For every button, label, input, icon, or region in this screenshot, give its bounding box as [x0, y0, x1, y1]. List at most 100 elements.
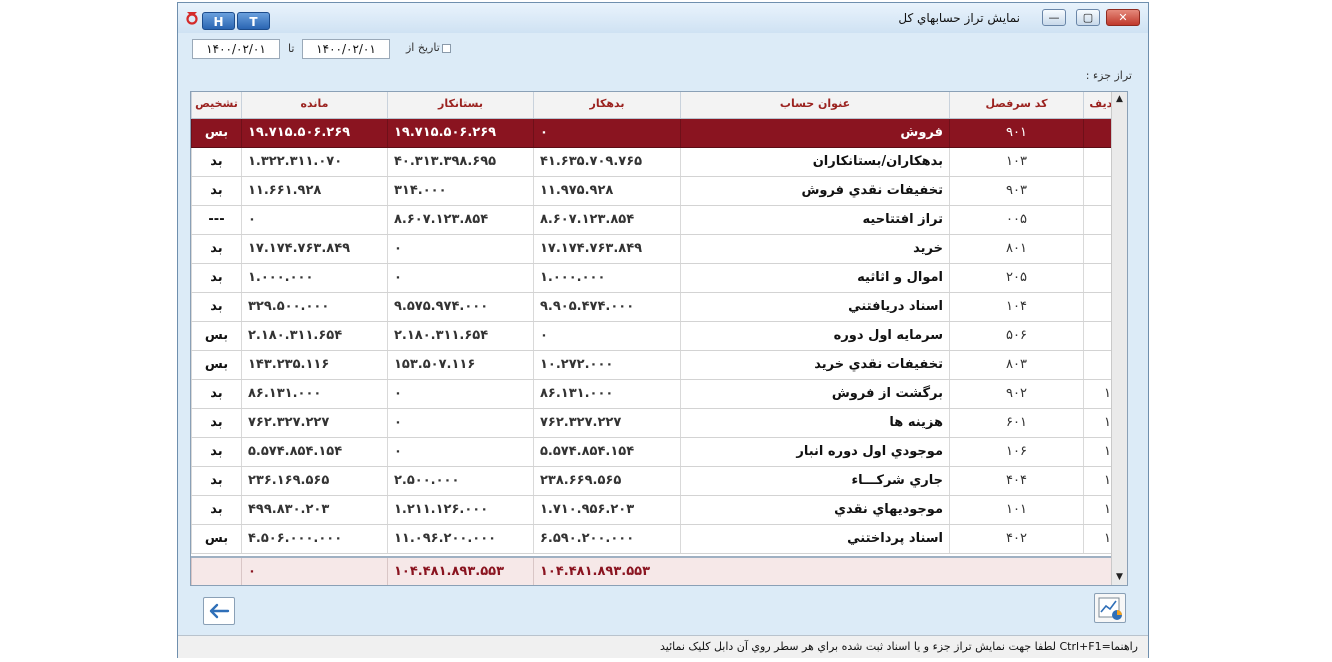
cell-balance: ۱.۰۰۰.۰۰۰: [241, 264, 387, 292]
cell-code: ۱۰۴: [949, 293, 1083, 321]
date-filter-checkbox[interactable]: [442, 44, 451, 53]
table-row[interactable]: بد ۱.۳۲۲.۳۱۱.۰۷۰ ۴۰.۳۱۳.۳۹۸.۶۹۵ ۴۱.۶۳۵.۷۰۹.…: [191, 148, 1124, 177]
cell-code: ۸۰۳: [949, 351, 1083, 379]
cell-debit: ۸.۶۰۷.۱۲۳.۸۵۴: [533, 206, 680, 234]
date-to-field[interactable]: ۱۴۰۰/۰۲/۰۱: [192, 39, 280, 59]
cell-credit: ۴۰.۳۱۳.۳۹۸.۶۹۵: [387, 148, 533, 176]
cell-debit: ۱.۷۱۰.۹۵۶.۲۰۳: [533, 496, 680, 524]
scroll-up-icon[interactable]: ▲: [1112, 92, 1127, 107]
cell-balance: ۴.۵۰۶.۰۰۰.۰۰۰: [241, 525, 387, 553]
cell-title: خريد: [680, 235, 949, 263]
table-row[interactable]: بد ۵.۵۷۴.۸۵۴.۱۵۴ ۰ ۵.۵۷۴.۸۵۴.۱۵۴ موجودي اول …: [191, 438, 1124, 467]
cell-balance: ۲.۱۸۰.۳۱۱.۶۵۴: [241, 322, 387, 350]
cell-credit: ۱.۲۱۱.۱۲۶.۰۰۰: [387, 496, 533, 524]
col-credit-header[interactable]: بستانکار: [387, 92, 533, 118]
col-code-header[interactable]: کد سرفصل: [949, 92, 1083, 118]
cell-credit: ۲.۱۸۰.۳۱۱.۶۵۴: [387, 322, 533, 350]
cell-title: تخفيفات نقدي فروش: [680, 177, 949, 205]
title-bar: H T نمايش تراز حسابهاي کل — ▢ ✕: [178, 3, 1148, 33]
cell-debit: ۰: [533, 322, 680, 350]
close-button[interactable]: ✕: [1106, 9, 1140, 26]
total-debit: ۱۰۴.۴۸۱.۸۹۳.۵۵۳: [533, 558, 680, 585]
cell-title: بدهکاران/بستانکاران: [680, 148, 949, 176]
cell-balance: ۷۶۲.۳۲۷.۲۲۷: [241, 409, 387, 437]
maximize-icon: ▢: [1082, 11, 1094, 24]
cell-code: ۲۰۵: [949, 264, 1083, 292]
cell-debit: ۶.۵۹۰.۲۰۰.۰۰۰: [533, 525, 680, 553]
minimize-button[interactable]: —: [1042, 9, 1066, 26]
cell-debit: ۲۳۸.۶۶۹.۵۶۵: [533, 467, 680, 495]
cell-credit: ۸.۶۰۷.۱۲۳.۸۵۴: [387, 206, 533, 234]
cell-flag: بد: [191, 293, 241, 321]
cell-code: ۱۰۱: [949, 496, 1083, 524]
table-row[interactable]: بد ۱۱.۶۶۱.۹۲۸ ۳۱۴.۰۰۰ ۱۱.۹۷۵.۹۲۸ تخفيفات نقد…: [191, 177, 1124, 206]
t-button[interactable]: T: [237, 12, 270, 30]
grid-scrollbar[interactable]: ▲ ▼: [1111, 92, 1127, 585]
col-balance-header[interactable]: مانده: [241, 92, 387, 118]
date-from-label: تاريخ از: [406, 41, 440, 54]
cell-credit: ۲.۵۰۰.۰۰۰: [387, 467, 533, 495]
cell-code: ۰۰۵: [949, 206, 1083, 234]
table-row[interactable]: بد ۲۳۶.۱۶۹.۵۶۵ ۲.۵۰۰.۰۰۰ ۲۳۸.۶۶۹.۵۶۵ جاري شر…: [191, 467, 1124, 496]
table-row[interactable]: بد۷۶۲.۳۲۷.۲۲۷۰۷۶۲.۳۲۷.۲۲۷هزينه ها۶۰۱۱۱: [191, 409, 1124, 438]
cell-code: ۸۰۱: [949, 235, 1083, 263]
table-row[interactable]: بس ۱۴۳.۲۳۵.۱۱۶ ۱۵۳.۵۰۷.۱۱۶ ۱۰.۲۷۲.۰۰۰ تخفيفا…: [191, 351, 1124, 380]
cell-credit: ۰: [387, 409, 533, 437]
cell-credit: ۰: [387, 380, 533, 408]
table-row[interactable]: بد۱۷.۱۷۴.۷۶۳.۸۴۹۰۱۷.۱۷۴.۷۶۳.۸۴۹خريد۸۰۱۵: [191, 235, 1124, 264]
cell-credit: ۰: [387, 264, 533, 292]
cell-balance: ۱۷.۱۷۴.۷۶۳.۸۴۹: [241, 235, 387, 263]
close-icon: ✕: [1118, 11, 1128, 24]
app-logo-icon: [186, 12, 198, 25]
cell-title: تراز افتتاحيه: [680, 206, 949, 234]
col-flag-header[interactable]: تشخيص: [191, 92, 241, 118]
cell-code: ۶۰۱: [949, 409, 1083, 437]
maximize-button[interactable]: ▢: [1076, 9, 1100, 26]
cell-title: هزينه ها: [680, 409, 949, 437]
cell-balance: ۱.۳۲۲.۳۱۱.۰۷۰: [241, 148, 387, 176]
back-button[interactable]: [203, 597, 235, 625]
table-row[interactable]: بس ۴.۵۰۶.۰۰۰.۰۰۰ ۱۱.۰۹۶.۲۰۰.۰۰۰ ۶.۵۹۰.۲۰۰.۰…: [191, 525, 1124, 554]
status-text: راهنما=Ctrl+F1 لطفا جهت نمايش تراز جزء و…: [659, 640, 1138, 653]
cell-flag: بد: [191, 235, 241, 263]
cell-code: ۹۰۲: [949, 380, 1083, 408]
cell-flag: بد: [191, 148, 241, 176]
cell-code: ۹۰۱: [949, 119, 1083, 147]
cell-title: اموال و اثاثيه: [680, 264, 949, 292]
chart-button[interactable]: [1094, 593, 1126, 623]
table-row[interactable]: بد ۴۹۹.۸۳۰.۲۰۳ ۱.۲۱۱.۱۲۶.۰۰۰ ۱.۷۱۰.۹۵۶.۲۰۳ م…: [191, 496, 1124, 525]
scroll-down-icon[interactable]: ▼: [1112, 570, 1127, 585]
table-row[interactable]: بس ۲.۱۸۰.۳۱۱.۶۵۴ ۲.۱۸۰.۳۱۱.۶۵۴ ۰ سرمايه اول …: [191, 322, 1124, 351]
cell-flag: بد: [191, 177, 241, 205]
cell-debit: ۱۷.۱۷۴.۷۶۳.۸۴۹: [533, 235, 680, 263]
totals-flag-cell: [191, 558, 241, 585]
table-row[interactable]: --- ۰ ۸.۶۰۷.۱۲۳.۸۵۴ ۸.۶۰۷.۱۲۳.۸۵۴ تراز افتتا…: [191, 206, 1124, 235]
col-title-header[interactable]: عنوان حساب: [680, 92, 949, 118]
cell-flag: بد: [191, 496, 241, 524]
col-debit-header[interactable]: بدهکار: [533, 92, 680, 118]
date-from-field[interactable]: ۱۴۰۰/۰۲/۰۱: [302, 39, 390, 59]
cell-balance: ۱۹.۷۱۵.۵۰۶.۲۶۹: [241, 119, 387, 147]
cell-flag: بد: [191, 380, 241, 408]
cell-code: ۵۰۶: [949, 322, 1083, 350]
cell-flag: بس: [191, 351, 241, 379]
table-row[interactable]: بس۱۹.۷۱۵.۵۰۶.۲۶۹۱۹.۷۱۵.۵۰۶.۲۶۹۰فروش۹۰۱۱: [191, 119, 1124, 148]
table-row[interactable]: بد۸۶.۱۳۱.۰۰۰۰۸۶.۱۳۱.۰۰۰برگشت از فروش۹۰۲۱…: [191, 380, 1124, 409]
totals-row: ۰ ۱۰۴.۴۸۱.۸۹۳.۵۵۳ ۱۰۴.۴۸۱.۸۹۳.۵۵۳: [191, 556, 1124, 585]
table-row[interactable]: بد۱.۰۰۰.۰۰۰۰۱.۰۰۰.۰۰۰اموال و اثاثيه۲۰۵۶: [191, 264, 1124, 293]
cell-code: ۱۰۶: [949, 438, 1083, 466]
h-button[interactable]: H: [202, 12, 235, 30]
cell-title: سرمايه اول دوره: [680, 322, 949, 350]
cell-flag: بد: [191, 264, 241, 292]
to-label: تا: [288, 42, 295, 55]
table-row[interactable]: بد ۳۲۹.۵۰۰.۰۰۰ ۹.۵۷۵.۹۷۴.۰۰۰ ۹.۹۰۵.۴۷۴.۰۰۰ ا…: [191, 293, 1124, 322]
cell-credit: ۱۵۳.۵۰۷.۱۱۶: [387, 351, 533, 379]
cell-balance: ۰: [241, 206, 387, 234]
cell-debit: ۵.۵۷۴.۸۵۴.۱۵۴: [533, 438, 680, 466]
cell-balance: ۵.۵۷۴.۸۵۴.۱۵۴: [241, 438, 387, 466]
cell-credit: ۱۹.۷۱۵.۵۰۶.۲۶۹: [387, 119, 533, 147]
minimize-icon: —: [1048, 11, 1060, 24]
cell-debit: ۰: [533, 119, 680, 147]
arrow-left-icon: [209, 603, 230, 619]
cell-flag: بد: [191, 467, 241, 495]
